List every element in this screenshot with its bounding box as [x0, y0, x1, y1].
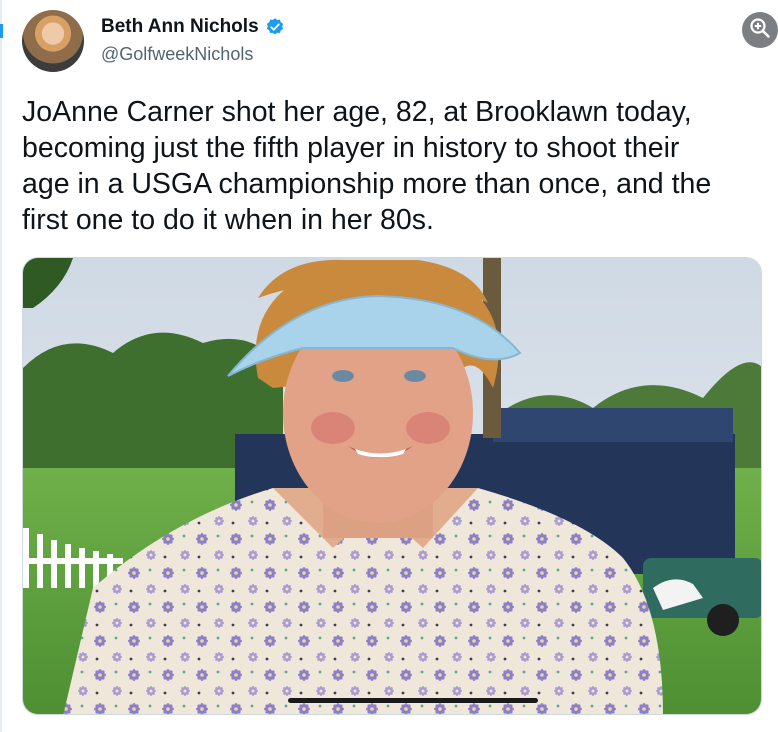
tweet-text-line: JoAnne Carner shot her age, 82, at Brook…: [22, 96, 692, 128]
tweet-text-line: age in a USGA championship more than onc…: [22, 168, 712, 200]
selection-indicator: [0, 24, 3, 38]
tweet-text-line: becoming just the fifth player in histor…: [22, 132, 680, 164]
left-border: [0, 0, 2, 732]
tweet-text-line: first one to do it when in her 80s.: [22, 204, 434, 236]
tweet-text: JoAnne Carner shot her age, 82, at Brook…: [22, 94, 762, 238]
author-display-name[interactable]: Beth Ann Nichols: [101, 16, 259, 38]
avatar[interactable]: [22, 10, 84, 72]
zoom-in-icon: [748, 16, 772, 45]
media-progress-bar: [288, 698, 538, 703]
golfer-portrait-photo: [23, 258, 761, 714]
zoom-button[interactable]: [742, 12, 778, 48]
verified-badge-icon: [265, 17, 285, 37]
tweet-photo[interactable]: [22, 257, 762, 715]
tweet: Beth Ann Nichols @GolfweekNichols JoAnne…: [0, 0, 778, 732]
author-handle[interactable]: @GolfweekNichols: [101, 44, 253, 65]
author-name-row: Beth Ann Nichols: [101, 16, 285, 38]
